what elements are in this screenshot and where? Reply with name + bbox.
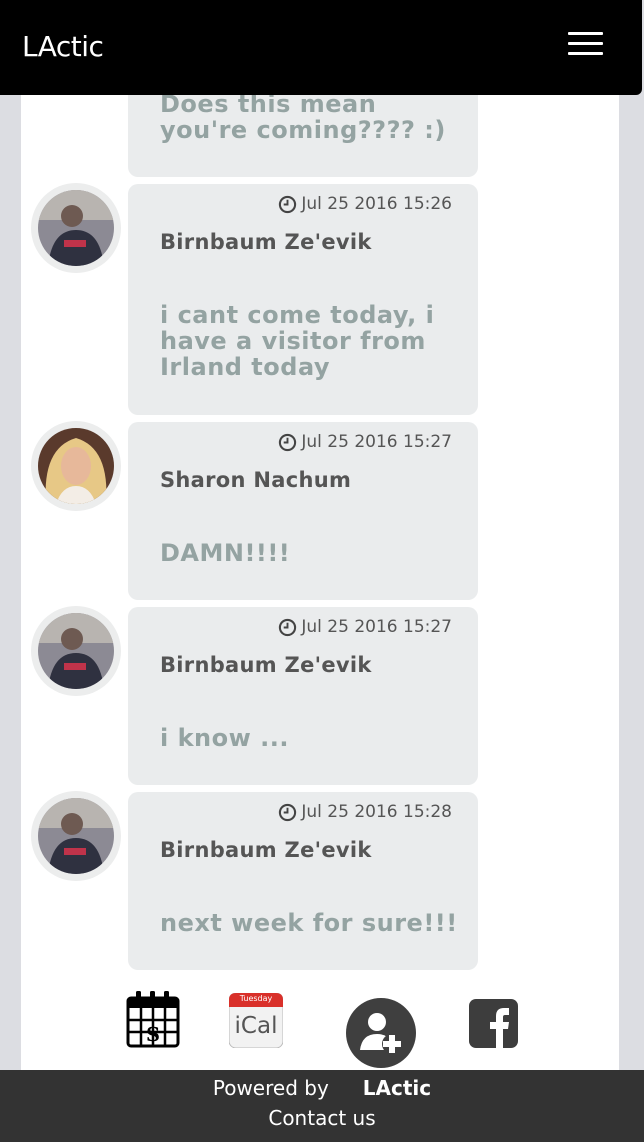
facebook-icon[interactable] [469,999,518,1048]
contact-us-link[interactable]: Contact us [0,1106,644,1130]
message-author[interactable]: Birnbaum Ze'evik [160,230,372,254]
message-body: next week for sure!!! [160,909,458,937]
message-timestamp: Jul 25 2016 15:27 [278,432,452,452]
svg-text:$: $ [145,1021,160,1047]
avatar-photo [38,190,114,266]
avatar-photo [38,613,114,689]
top-navbar: LActic [0,0,642,95]
ical-icon[interactable]: Tuesday iCal [228,992,284,1049]
message-body: i know ... [160,724,289,752]
action-icon-row: $ Tuesday iCal [0,988,644,1068]
add-user-icon[interactable] [346,998,416,1068]
avatar[interactable] [31,421,121,511]
calendar-icon[interactable]: $ [126,990,180,1048]
avatar-photo [38,428,114,504]
avatar[interactable] [31,606,121,696]
message-bubble: Jul 25 2016 15:27 Sharon Nachum DAMN!!!! [128,422,478,600]
message-author[interactable]: Birnbaum Ze'evik [160,838,372,862]
message-bubble: Jul 25 2016 15:26 Birnbaum Ze'evik i can… [128,184,478,415]
hamburger-menu-icon[interactable] [568,32,604,56]
clock-icon [279,195,297,213]
message-timestamp: Jul 25 2016 15:28 [278,802,452,822]
clock-icon [279,803,297,821]
footer: Powered by LActic Contact us [0,1070,644,1142]
brand-logo[interactable]: LActic [22,30,104,63]
message-body: DAMN!!!! [160,539,291,567]
avatar[interactable] [31,183,121,273]
footer-brand-link[interactable]: LActic [363,1076,431,1100]
clock-icon [279,618,297,636]
message-timestamp: Jul 25 2016 15:27 [278,617,452,637]
powered-by-label: Powered by [212,1076,329,1100]
message-body: Does this mean you're coming???? :) [160,90,446,144]
message-body: i cant come today, i have a visitor from… [160,301,435,381]
message-author[interactable]: Sharon Nachum [160,468,351,492]
message-timestamp: Jul 25 2016 15:26 [278,194,452,214]
clock-icon [279,433,297,451]
message-bubble: Jul 25 2016 15:27 Birnbaum Ze'evik i kno… [128,607,478,785]
avatar-photo [38,798,114,874]
avatar[interactable] [31,791,121,881]
message-bubble: Jul 25 2016 15:28 Birnbaum Ze'evik next … [128,792,478,970]
message-author[interactable]: Birnbaum Ze'evik [160,653,372,677]
